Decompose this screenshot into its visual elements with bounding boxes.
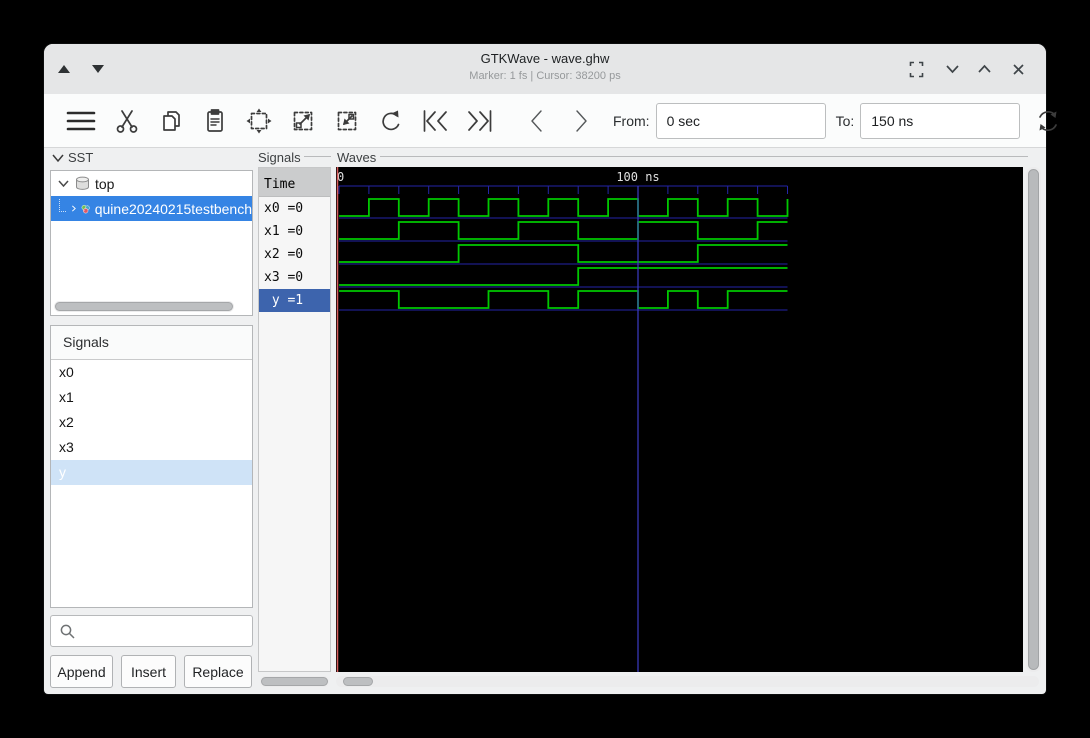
marker-cursor-status: Marker: 1 fs | Cursor: 38200 ps [469,70,621,82]
waves-vscrollbar-thumb[interactable] [1028,169,1039,670]
from-value: 0 sec [666,112,701,129]
reload-icon [1039,110,1058,131]
expander-right-icon [71,205,76,212]
skip-to-end-icon [467,109,491,132]
maximize-button[interactable] [972,57,996,81]
values-hscrollbar[interactable] [260,676,329,687]
tree-item-top[interactable]: top [51,171,252,196]
cut-icon [116,109,138,133]
insert-label: Insert [130,663,166,680]
insert-button[interactable]: Insert [121,655,176,688]
toolbar: From: 0 sec To: 150 ns [44,94,1058,148]
chevron-down-icon [945,65,959,74]
tree-hscrollbar[interactable] [54,301,234,312]
paste-icon [207,108,223,132]
to-value: 150 ns [871,112,914,129]
sst-tree: top quine20240215testbench [50,170,253,316]
prev-edge-button[interactable] [515,101,559,141]
tree-item-label: quine20240215testbench [94,200,252,217]
chevron-down-icon [52,154,64,162]
append-label: Append [57,663,106,680]
reload-button[interactable] [1026,101,1070,141]
signal-value-row[interactable]: x1 =0 [259,220,330,243]
paste-button[interactable] [193,101,237,141]
zoom-fit-button[interactable] [237,101,281,141]
waves-frame-label: Waves [337,150,377,165]
waves-vscrollbar[interactable] [1026,167,1041,672]
tree-hscrollbar-thumb[interactable] [55,302,233,311]
zoom-out-icon [337,111,357,130]
list-item[interactable]: x2 [51,410,252,435]
minimize-button[interactable] [940,57,964,81]
chevron-up-icon [977,64,991,73]
cut-button[interactable] [105,101,149,141]
titlebar[interactable]: GTKWave - wave.ghw Marker: 1 fs | Cursor… [44,44,1046,95]
expander-down-icon [58,180,69,188]
signals-list-header: Signals [51,326,252,360]
waves-hscrollbar[interactable] [336,676,1039,687]
from-input[interactable]: 0 sec [655,102,826,139]
list-item-selected[interactable]: y [51,460,252,485]
wave-canvas[interactable]: 0 100 ns [336,167,1023,672]
sst-expander[interactable]: SST [52,150,93,165]
desktop: { "window": { "title": "GTKWave - wave.g… [0,0,1090,738]
list-item[interactable]: x1 [51,385,252,410]
svg-text:100 ns: 100 ns [616,170,659,184]
menu-button[interactable] [57,101,105,141]
window-title: GTKWave - wave.ghw [480,51,610,66]
zoom-in-button[interactable] [281,101,325,141]
skip-to-start-icon [423,109,447,132]
next-edge-button[interactable] [559,101,603,141]
replace-button[interactable]: Replace [184,655,252,688]
architecture-icon [82,204,91,213]
signal-value-row-selected[interactable]: y =1 [259,289,330,312]
signal-value-row[interactable]: x0 =0 [259,197,330,220]
list-item[interactable]: x3 [51,435,252,460]
copy-button[interactable] [149,101,193,141]
signals-frame-line [304,156,331,157]
undo-arrow-icon [382,110,400,130]
zoom-fit-icon [246,108,272,133]
wave-svg: 0 100 ns [336,167,789,672]
from-label: From: [613,112,650,129]
close-icon [1012,63,1024,75]
signals-frame-label: Signals [258,150,301,165]
chevron-left-icon [531,109,542,132]
signal-value-row[interactable]: x3 =0 [259,266,330,289]
replace-label: Replace [192,663,244,680]
tree-item-label: top [95,175,115,192]
signal-value-row[interactable]: x2 =0 [259,243,330,266]
zoom-to-start-button[interactable] [413,101,457,141]
time-header: Time [259,168,330,197]
keep-above-icon [909,61,923,77]
list-item[interactable]: x0 [51,360,252,385]
values-panel: Time x0 =0 x1 =0 x2 =0 x3 =0 y =1 [258,167,331,672]
tree-guide-lines [59,199,66,212]
zoom-out-button[interactable] [325,101,369,141]
menu-icon [66,111,96,130]
signal-search-input[interactable] [50,615,253,647]
values-hscrollbar-thumb[interactable] [261,677,328,686]
copy-icon [163,110,180,131]
zoom-to-end-button[interactable] [457,101,501,141]
append-button[interactable]: Append [50,655,113,688]
to-label: To: [835,112,855,129]
chevron-right-icon [576,109,587,132]
tree-item-testbench[interactable]: quine20240215testbench [51,196,252,221]
to-input[interactable]: 150 ns [860,102,1021,139]
undo-button[interactable] [369,101,413,141]
search-icon [60,624,75,639]
gtkwave-window: GTKWave - wave.ghw Marker: 1 fs | Cursor… [44,44,1058,694]
module-cylinder-icon [76,176,89,190]
close-button[interactable] [1006,57,1030,81]
waves-frame-line [380,156,1028,157]
sst-header: SST [68,150,94,165]
zoom-in-icon [293,111,313,130]
keep-above-button[interactable] [904,57,928,81]
waves-hscrollbar-thumb[interactable] [343,677,373,686]
signal-search-box: Signals x0 x1 x2 x3 y [50,325,253,608]
